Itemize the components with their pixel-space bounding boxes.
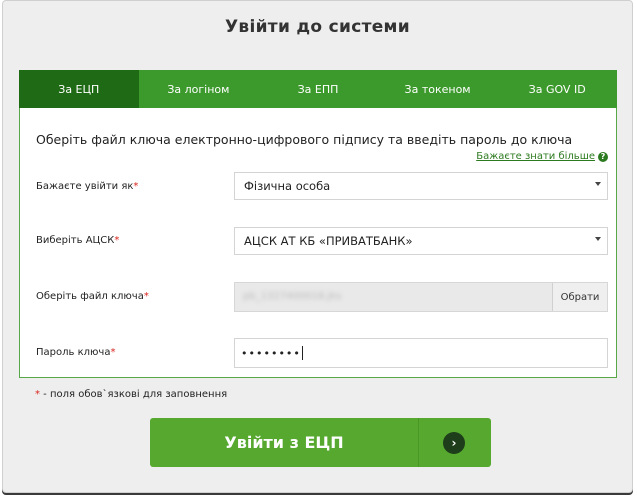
chevron-down-icon (595, 182, 601, 186)
learn-more-label[interactable]: Бажаєте знати більше (476, 151, 595, 162)
tab-ecp[interactable]: За ЕЦП (19, 70, 139, 108)
choose-file-button[interactable]: Обрати (552, 283, 607, 311)
acsk-label-text: Виберіть АЦСК (36, 235, 115, 246)
key-password-input[interactable]: •••••••• (234, 338, 608, 368)
arrow-right-icon[interactable]: › (443, 432, 465, 454)
required-mark: * (110, 347, 116, 358)
acsk-value: АЦСК АТ КБ «ПРИВАТБАНК» (244, 234, 413, 248)
required-mark: * (133, 181, 139, 192)
tab-login[interactable]: За логіном (139, 70, 259, 108)
password-label-text: Пароль ключа (36, 347, 111, 358)
dialog-title: Увійти до системи (225, 17, 410, 37)
required-mark: * (114, 235, 120, 246)
login-as-select[interactable]: Фізична особа (234, 172, 608, 200)
login-as-label-text: Бажаєте увійти як (36, 181, 134, 192)
key-file-label-text: Оберіть файл ключа (36, 291, 144, 302)
login-ecp-button[interactable]: Увійти з ЕЦП › (150, 418, 491, 467)
required-fields-note: * - поля обов`язкові для заповнення (35, 389, 227, 400)
password-value: •••••••• (241, 346, 301, 360)
key-file-label: Оберіть файл ключа* (36, 291, 149, 302)
key-file-name: pb_1327400018.jks (243, 291, 342, 302)
login-dialog: Увійти до системи За ЕЦП За логіном За Е… (2, 0, 633, 493)
login-as-value: Фізична особа (244, 179, 331, 193)
password-label: Пароль ключа* (36, 347, 115, 358)
login-method-tabs: За ЕЦП За логіном За ЕПП За токеном За G… (19, 70, 617, 108)
tab-gov-id[interactable]: За GOV ID (497, 70, 617, 108)
learn-more-link[interactable]: Бажаєте знати більше ? (476, 151, 608, 162)
tab-epp[interactable]: За ЕПП (258, 70, 378, 108)
tab-token[interactable]: За токеном (378, 70, 498, 108)
key-file-field[interactable]: pb_1327400018.jks Обрати (234, 282, 608, 312)
required-note-text: - поля обов`язкові для заповнення (40, 389, 228, 400)
text-caret (301, 346, 303, 360)
chevron-down-icon (595, 237, 601, 241)
login-as-label: Бажаєте увійти як* (36, 181, 138, 192)
ecp-form-panel: Оберіть файл ключа електронно-цифрового … (19, 108, 617, 378)
login-ecp-button-label[interactable]: Увійти з ЕЦП (150, 418, 418, 467)
question-icon[interactable]: ? (598, 151, 608, 162)
form-instruction: Оберіть файл ключа електронно-цифрового … (36, 132, 573, 147)
acsk-select[interactable]: АЦСК АТ КБ «ПРИВАТБАНК» (234, 227, 608, 255)
acsk-label: Виберіть АЦСК* (36, 235, 119, 246)
button-divider (418, 418, 419, 467)
required-mark: * (143, 291, 149, 302)
